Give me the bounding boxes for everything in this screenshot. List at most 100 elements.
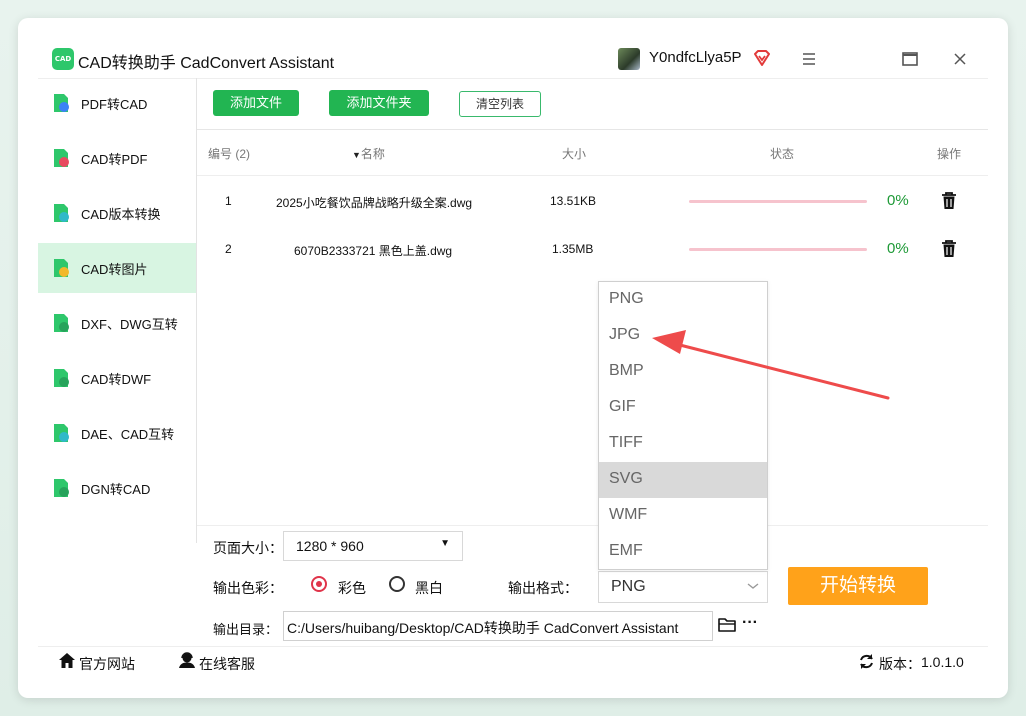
sidebar-item-cad-to-dwf[interactable]: CAD转DWF [38, 353, 196, 403]
option-label: PNG [609, 290, 644, 307]
header-divider [197, 175, 988, 176]
dwf-file-icon [54, 369, 69, 387]
online-support-link[interactable]: 在线客服 [199, 654, 255, 674]
format-option-bmp[interactable]: BMP [599, 354, 767, 390]
sidebar-item-dgn-to-cad[interactable]: DGN转CAD [38, 463, 196, 513]
row-percent: 0% [887, 240, 909, 257]
format-option-tiff[interactable]: TIFF [599, 426, 767, 462]
option-label: SVG [609, 470, 643, 487]
sidebar-item-label: DGN转CAD [81, 482, 151, 497]
toolbar-divider [197, 129, 988, 130]
output-dir-value: C:/Users/huibang/Desktop/CAD转换助手 CadConv… [287, 620, 679, 636]
sidebar: PDF转CAD CAD转PDF CAD版本转换 CAD转图片 DXF、DWG互转… [38, 78, 196, 543]
option-label: GIF [609, 398, 636, 415]
sidebar-item-pdf-to-cad[interactable]: PDF转CAD [38, 78, 196, 128]
option-label: JPG [609, 326, 641, 343]
version-value: 1.0.1.0 [921, 654, 964, 670]
format-label: 输出格式： [508, 580, 578, 596]
page-size-select[interactable]: 1280 * 960 ▼ [283, 531, 463, 561]
cad-file-icon [54, 149, 69, 167]
format-option-png[interactable]: PNG [599, 282, 767, 318]
maximize-icon[interactable] [897, 46, 923, 72]
bw-option-label[interactable]: 黑白 [415, 578, 443, 598]
dae-file-icon [54, 424, 69, 442]
version-file-icon [54, 204, 69, 222]
option-label: EMF [609, 542, 643, 559]
folder-icon[interactable] [718, 617, 736, 633]
format-option-emf[interactable]: EMF [599, 534, 767, 570]
header-name[interactable]: ▼名称 [352, 145, 385, 162]
sidebar-item-cad-version[interactable]: CAD版本转换 [38, 188, 196, 238]
sidebar-item-label: PDF转CAD [81, 97, 148, 112]
sidebar-item-cad-to-pdf[interactable]: CAD转PDF [38, 133, 196, 183]
format-value: PNG [611, 578, 646, 595]
app-logo: CAD [52, 48, 74, 70]
page-size-label: 页面大小： [213, 540, 283, 556]
menu-icon[interactable] [796, 46, 822, 72]
sidebar-item-cad-to-image[interactable]: CAD转图片 [38, 243, 196, 293]
sidebar-item-label: CAD版本转换 [81, 207, 161, 222]
start-convert-button[interactable]: 开始转换 [788, 567, 928, 605]
avatar[interactable] [618, 48, 640, 70]
format-option-gif[interactable]: GIF [599, 390, 767, 426]
settings-divider [197, 525, 988, 526]
row-size: 13.51KB [550, 194, 597, 208]
add-folder-button[interactable]: 添加文件夹 [329, 90, 429, 116]
version-label: 版本： [879, 656, 921, 672]
sidebar-item-dxf-dwg[interactable]: DXF、DWG互转 [38, 298, 196, 348]
pdf-file-icon [54, 94, 69, 112]
sidebar-item-label: CAD转图片 [81, 262, 148, 277]
add-file-button[interactable]: 添加文件 [213, 90, 299, 116]
color-option-label[interactable]: 彩色 [338, 578, 366, 598]
more-options-button[interactable]: ··· [742, 614, 758, 632]
clear-list-button[interactable]: 清空列表 [459, 91, 541, 117]
vip-icon[interactable] [752, 48, 772, 68]
row-name: 6070B2333721 黑色上盖.dwg [294, 244, 453, 258]
sort-down-icon: ▼ [352, 150, 361, 160]
format-select[interactable]: PNG [598, 571, 768, 603]
sidebar-item-dae-cad[interactable]: DAE、CAD互转 [38, 408, 196, 458]
app-title: CAD转换助手 CadConvert Assistant [78, 55, 335, 72]
option-label: WMF [609, 506, 648, 523]
format-option-jpg[interactable]: JPG [599, 318, 767, 354]
header-action: 操作 [937, 147, 962, 161]
output-dir-input[interactable]: C:/Users/huibang/Desktop/CAD转换助手 CadConv… [283, 611, 713, 641]
support-agent-icon[interactable] [178, 652, 196, 669]
row-size: 1.35MB [552, 242, 594, 256]
row-index: 2 [225, 242, 232, 256]
format-option-wmf[interactable]: WMF [599, 498, 767, 534]
app-window: CAD CAD转换助手 CadConvert Assistant Y0ndfcL… [18, 18, 1008, 698]
header-status: 状态 [770, 147, 795, 161]
sidebar-item-label: DXF、DWG互转 [81, 317, 178, 332]
row-percent: 0% [887, 192, 909, 209]
website-link[interactable]: 官方网站 [79, 654, 135, 674]
progress-bar [689, 200, 867, 203]
header-index[interactable]: 编号 (2) [208, 145, 250, 162]
dxf-file-icon [54, 314, 69, 332]
header-name-label: 名称 [360, 147, 385, 161]
caret-down-icon: ▼ [440, 538, 450, 549]
sidebar-item-label: DAE、CAD互转 [81, 427, 175, 442]
row-index: 1 [225, 194, 232, 208]
progress-bar [689, 248, 867, 251]
close-icon[interactable] [947, 46, 973, 72]
bw-radio[interactable] [389, 576, 405, 592]
username[interactable]: Y0ndfcLlya5P [649, 49, 742, 66]
image-file-icon [54, 259, 69, 277]
header-size[interactable]: 大小 [562, 145, 586, 162]
trash-icon[interactable] [941, 192, 957, 210]
format-option-svg[interactable]: SVG [599, 462, 767, 498]
option-label: TIFF [609, 434, 643, 451]
sidebar-item-label: CAD转DWF [81, 372, 152, 387]
dgn-file-icon [54, 479, 69, 497]
trash-icon[interactable] [941, 240, 957, 258]
home-icon[interactable] [58, 652, 76, 669]
chevron-down-icon [747, 583, 759, 589]
sidebar-divider [196, 78, 197, 543]
row-name: 2025小吃餐饮品牌战略升级全案.dwg [276, 196, 473, 210]
option-label: BMP [609, 362, 644, 379]
color-radio[interactable] [311, 576, 327, 592]
refresh-icon[interactable] [858, 653, 875, 670]
sidebar-item-label: CAD转PDF [81, 152, 148, 167]
footer-divider [38, 646, 988, 647]
